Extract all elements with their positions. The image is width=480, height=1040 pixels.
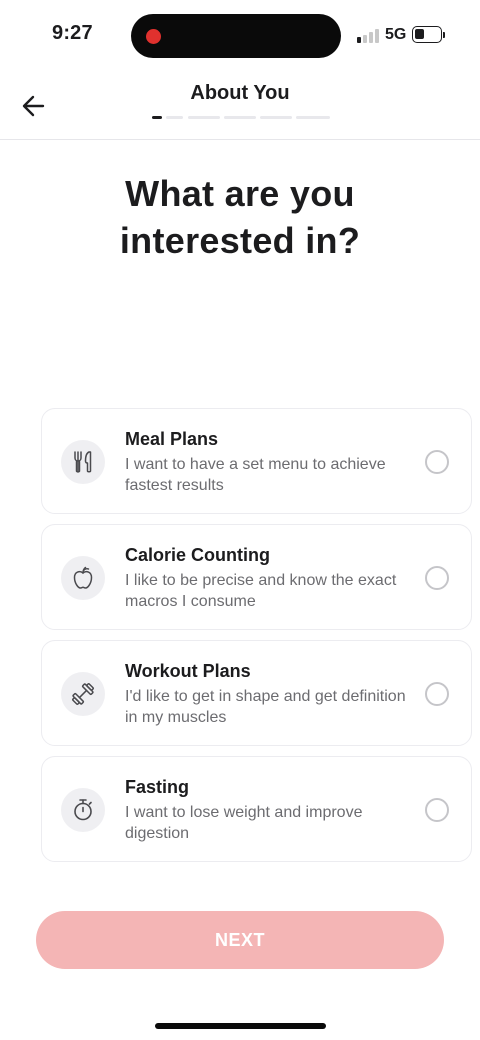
progress-indicator [152, 116, 330, 120]
dumbbell-icon [61, 672, 105, 716]
option-title: Meal Plans [125, 429, 219, 449]
next-button[interactable]: NEXT [36, 911, 444, 969]
progress-step [152, 116, 162, 119]
option-title: Calorie Counting [125, 545, 270, 565]
option-description: I want to have a set menu to achieve fas… [125, 456, 386, 494]
battery-icon [412, 26, 442, 43]
cellular-signal-icon [357, 29, 379, 43]
fork-knife-icon [61, 440, 105, 484]
network-type: 5G [385, 26, 407, 43]
option-calorie-counting[interactable]: Calorie Counting I like to be precise an… [41, 524, 472, 630]
option-description: I'd like to get in shape and get definit… [125, 688, 406, 726]
option-workout-plans[interactable]: Workout Plans I'd like to get in shape a… [41, 640, 472, 746]
home-indicator[interactable] [155, 1023, 326, 1029]
recording-indicator-icon [146, 29, 161, 44]
progress-step [224, 116, 256, 119]
option-meal-plans[interactable]: Meal Plans I want to have a set menu to … [41, 408, 472, 514]
status-bar: 9:27 5G [0, 0, 480, 70]
apple-icon [61, 556, 105, 600]
option-title: Fasting [125, 777, 190, 797]
option-title: Workout Plans [125, 661, 251, 681]
option-radio[interactable] [425, 798, 449, 822]
progress-step [296, 116, 330, 119]
header-divider [0, 139, 480, 140]
option-radio[interactable] [425, 682, 449, 706]
interest-options: Meal Plans I want to have a set menu to … [41, 408, 472, 872]
option-radio[interactable] [425, 566, 449, 590]
option-fasting[interactable]: Fasting I want to lose weight and improv… [41, 756, 472, 862]
stopwatch-icon [61, 788, 105, 832]
page-title: About You [190, 82, 290, 104]
status-time: 9:27 [52, 22, 93, 44]
question-heading: What are you interested in? [119, 173, 361, 261]
progress-step [166, 116, 183, 119]
battery-cap [443, 32, 445, 38]
option-description: I like to be precise and know the exact … [125, 572, 397, 610]
option-description: I want to lose weight and improve digest… [125, 804, 363, 842]
progress-step [188, 116, 220, 119]
dynamic-island [131, 14, 341, 58]
option-radio[interactable] [425, 450, 449, 474]
progress-step [260, 116, 292, 119]
